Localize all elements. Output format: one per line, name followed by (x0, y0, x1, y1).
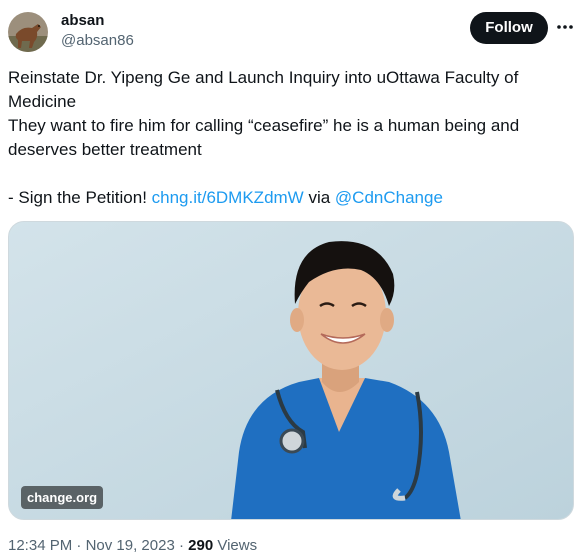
meta-separator: · (174, 537, 189, 554)
tweet-time[interactable]: 12:34 PM (8, 537, 72, 554)
tweet-date[interactable]: Nov 19, 2023 (86, 537, 175, 554)
meta-separator: · (72, 537, 86, 554)
tweet-text-line: They want to fire him for calling “cease… (8, 116, 520, 135)
tweet-text: Reinstate Dr. Yipeng Ge and Launch Inqui… (8, 66, 568, 210)
tweet-text-line: Reinstate Dr. Yipeng Ge and Launch Inqui… (8, 68, 519, 87)
views-label: Views (213, 537, 258, 554)
petition-line: - Sign the Petition! chng.it/6DMKZdmW vi… (8, 186, 568, 210)
more-options-button[interactable] (552, 14, 578, 40)
more-horizontal-icon (557, 25, 573, 29)
doctor-portrait-photo (9, 222, 573, 519)
petition-prefix: - Sign the Petition! (8, 188, 152, 207)
views-count[interactable]: 290 (188, 537, 213, 554)
tweet-text-line: deserves better treatment (8, 140, 202, 159)
author-handle[interactable]: @absan86 (61, 31, 134, 51)
media-photo[interactable]: change.org (8, 221, 574, 520)
tweet-meta: 12:34 PM · Nov 19, 2023 · 290 Views (8, 536, 257, 556)
avatar[interactable] (8, 12, 48, 52)
tweet-card: absan @absan86 Follow Reinstate Dr. Yipe… (0, 0, 584, 559)
mention-link[interactable]: @CdnChange (335, 188, 443, 207)
author-display-name[interactable]: absan (61, 11, 134, 31)
author-block: absan @absan86 (61, 11, 134, 51)
petition-link[interactable]: chng.it/6DMKZdmW (152, 188, 304, 207)
via-text: via (303, 188, 335, 207)
tweet-text-line: Medicine (8, 92, 77, 111)
watermark: change.org (21, 486, 104, 509)
horse-avatar-icon (8, 12, 48, 52)
follow-button[interactable]: Follow (470, 12, 548, 44)
